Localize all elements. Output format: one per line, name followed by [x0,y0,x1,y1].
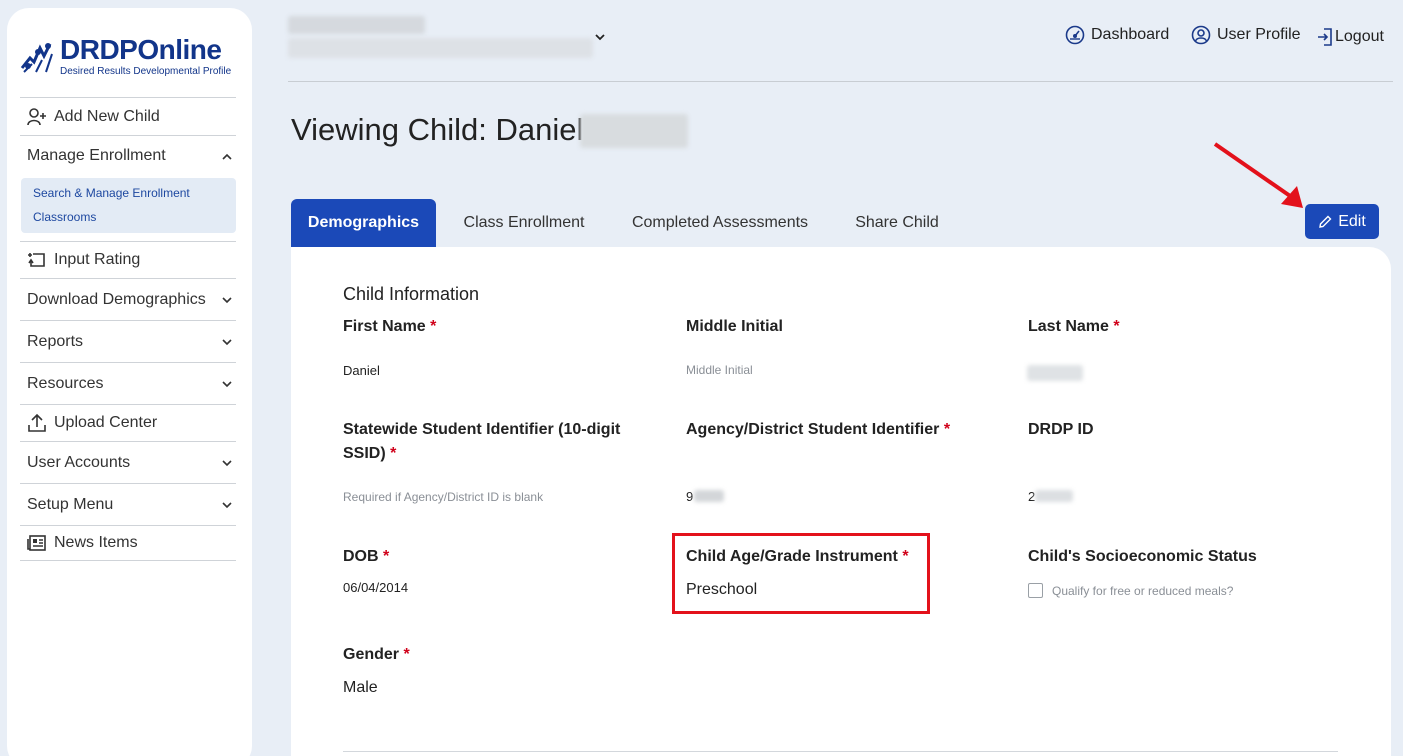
sidebar-item-add-new-child[interactable]: Add New Child [20,97,236,135]
user-circle-icon [1191,25,1211,45]
sidebar-item-label: Resources [27,374,104,392]
chevron-down-icon [221,454,233,472]
tab-demographics[interactable]: Demographics [291,199,436,247]
news-icon [27,533,49,553]
sidebar-item-label: Upload Center [54,414,158,431]
required-mark: * [943,421,951,438]
agency-id-label: Agency/District Student Identifier * [686,421,951,438]
header-divider [288,81,1393,82]
org-select-chevron-icon[interactable] [594,28,606,46]
nav-user-profile[interactable]: User Profile [1191,22,1301,48]
sidebar-item-label: User Accounts [27,453,131,471]
logout-icon [1317,28,1333,46]
manage-enrollment-submenu: Search & Manage Enrollment Classrooms [21,178,236,233]
sidebar-item-setup-menu[interactable]: Setup Menu [20,483,236,525]
sidebar-item-upload-center[interactable]: Upload Center [20,404,236,441]
sidebar-item-news-items[interactable]: News Items [20,525,236,561]
tab-share-child[interactable]: Share Child [842,199,952,247]
sidebar-item-resources[interactable]: Resources [20,362,236,404]
socioeconomic-label: Child's Socioeconomic Status [1028,548,1257,565]
chevron-down-icon [221,291,233,309]
sidebar-item-download-demographics[interactable]: Download Demographics [20,278,236,320]
required-mark: * [390,445,397,462]
sidebar-item-user-accounts[interactable]: User Accounts [20,441,236,483]
redacted-org-name [288,16,425,34]
sidebar-nav: Add New Child Manage Enrollment Search &… [20,97,236,561]
gender-value: Male [343,679,378,696]
section-title-child-information: Child Information [343,284,480,304]
drdp-id-label: DRDP ID [1028,421,1094,438]
sidebar-item-label: Reports [27,332,84,350]
redacted-last-name-value [1027,365,1083,381]
sidebar-item-reports[interactable]: Reports [20,320,236,362]
chevron-up-icon [221,148,233,166]
redacted-agency-id [694,490,724,502]
nav-user-profile-label: User Profile [1217,26,1301,43]
first-name-value: Daniel [343,363,380,378]
chevron-down-icon [221,496,233,514]
logo-tagline: Desired Results Developmental Profile [60,66,232,77]
sidebar-item-label: Setup Menu [27,495,114,513]
nav-logout[interactable]: Logout [1317,24,1384,50]
first-name-label: First Name * [343,318,437,335]
drdp-logo[interactable]: DRDPOnline Desired Results Developmental… [20,34,245,84]
chevron-down-icon [221,375,233,393]
input-rating-icon [27,250,49,270]
sidebar-item-input-rating[interactable]: Input Rating [20,241,236,278]
sidebar-item-label: Download Demographics [27,290,206,308]
sidebar: DRDPOnline Desired Results Developmental… [7,8,252,756]
required-mark: * [383,548,390,565]
sidebar-item-label: Manage Enrollment [27,147,166,164]
add-person-icon [27,107,49,127]
nav-logout-label: Logout [1335,28,1384,45]
app-root: DRDPOnline Desired Results Developmental… [0,0,1403,756]
tab-completed-assessments[interactable]: Completed Assessments [620,199,820,247]
redacted-org-detail [288,38,593,58]
section-divider [343,751,1338,752]
free-meals-checkbox[interactable] [1028,583,1043,598]
submenu-classrooms[interactable]: Classrooms [33,205,236,229]
nav-dashboard[interactable]: Dashboard [1065,22,1169,48]
submenu-search-manage-enrollment[interactable]: Search & Manage Enrollment [33,181,236,205]
gender-label: Gender * [343,646,410,663]
edit-button[interactable]: Edit [1305,204,1379,239]
sidebar-item-label: News Items [54,534,138,551]
sidebar-item-label: Add New Child [54,107,160,125]
ssid-placeholder: Required if Agency/District ID is blank [343,490,544,504]
page-title: Viewing Child: Daniel [291,112,584,147]
agency-id-value: 9 [686,489,694,504]
redacted-last-name-title [580,114,688,148]
dob-label: DOB * [343,548,390,565]
logo-figures-icon [20,43,53,73]
required-mark: * [1113,318,1120,335]
annotation-highlight-box [672,533,930,614]
required-mark: * [430,318,437,335]
middle-initial-label: Middle Initial [686,318,783,335]
chevron-down-icon [221,333,233,351]
nav-dashboard-label: Dashboard [1091,26,1170,43]
middle-initial-placeholder: Middle Initial [686,363,753,377]
annotation-arrow-icon [1213,142,1303,208]
upload-icon [27,413,49,433]
free-meals-checkbox-label: Qualify for free or reduced meals? [1052,584,1234,598]
dashboard-icon [1065,25,1085,45]
required-mark: * [403,646,410,663]
edit-button-label: Edit [1338,212,1366,230]
logo-title: DRDPOnline [60,34,222,65]
dob-value: 06/04/2014 [343,580,409,595]
last-name-label: Last Name * [1028,318,1120,335]
pencil-icon [1319,215,1332,228]
sidebar-item-label: Input Rating [54,251,141,268]
redacted-drdp-id [1035,490,1073,502]
tab-class-enrollment[interactable]: Class Enrollment [450,199,598,247]
sidebar-item-manage-enrollment[interactable]: Manage Enrollment [20,135,236,178]
ssid-label: Statewide Student Identifier (10-digit S… [343,421,621,462]
